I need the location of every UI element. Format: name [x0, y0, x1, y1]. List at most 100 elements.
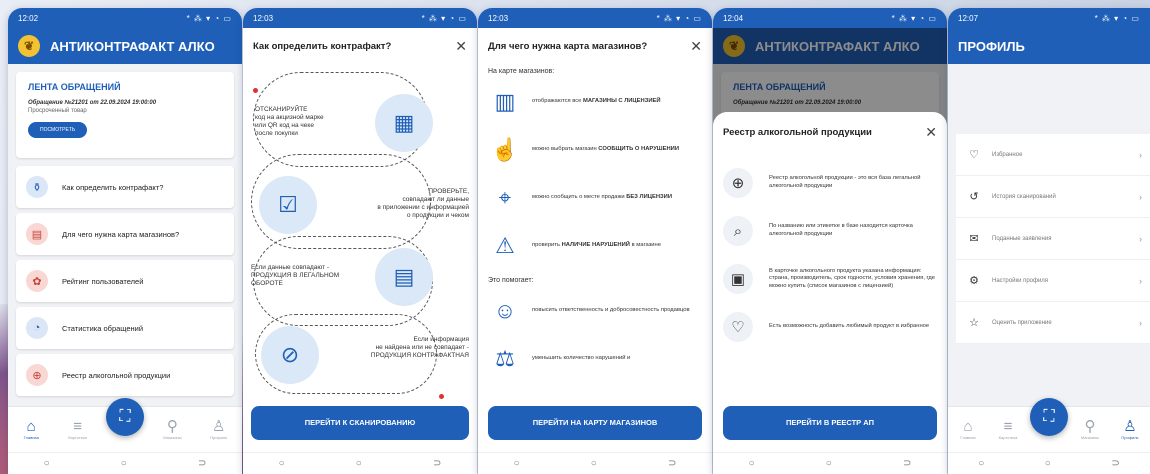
start-dot: [253, 88, 258, 93]
menu-item-rating[interactable]: ✿ Рейтинг пользователей: [16, 260, 234, 302]
tab-profile[interactable]: ♙ Профиль: [201, 418, 237, 441]
feed-title: ЛЕНТА ОБРАЩЕНИЙ: [28, 82, 121, 92]
section-title: На карте магазинов:: [488, 68, 555, 75]
status-time: 12:03: [253, 13, 274, 23]
app-bar: ПРОФИЛЬ: [948, 28, 1150, 64]
layers-icon: ≡: [1003, 418, 1013, 435]
map-pin-icon: ⚲: [166, 418, 178, 435]
nav-home[interactable]: ○: [356, 458, 362, 469]
info-row: ▣ В карточке алкогольного продукта указа…: [723, 264, 937, 294]
tab-bar: ⌂ Главная ≡ Картотека ⛶ ⚲ Магазины ♙ Профиль: [948, 397, 1150, 452]
steps-diagram: ▦ ОТСКАНИРУЙТЕ код на акцизной марке или…: [243, 64, 477, 404]
go-to-scan-button[interactable]: ПЕРЕЙТИ К СКАНИРОВАНИЮ: [251, 406, 469, 440]
nav-back[interactable]: ⊃: [433, 458, 441, 469]
info-row: ☺ повысить ответственность и добросовест…: [488, 294, 702, 328]
system-nav: ○ ○ ⊃: [8, 452, 242, 474]
modal-header: Как определить контрафакт? ✕: [243, 28, 477, 64]
status-icons: * ⁂ ▾ ◔ ▭: [186, 13, 232, 23]
chevron-right-icon: ›: [1139, 149, 1142, 160]
info-row: ⌕ По названию или этикетке в базе находи…: [723, 216, 937, 246]
menu-item-registry[interactable]: ⊕ Реестр алкогольной продукции: [16, 354, 234, 396]
emblem-icon: ❦: [18, 35, 40, 57]
chevron-right-icon: ›: [1139, 275, 1142, 286]
tab-home[interactable]: ⌂ Главная: [950, 419, 986, 441]
history-icon: ↺: [969, 191, 979, 203]
profile-item-favorites[interactable]: ♡ Избранное ›: [956, 134, 1150, 176]
info-row: ⚠ проверить НАЛИЧИЕ НАРУШЕНИЙ в магазине: [488, 229, 702, 263]
tab-catalog[interactable]: ≡ Картотека: [60, 418, 96, 441]
nav-recent[interactable]: ○: [978, 458, 984, 469]
phone-home: 12:02 * ⁂ ▾ ◔ ▭ ❦ АНТИКОНТРАФАКТ АЛКО ЛЕ…: [8, 8, 242, 474]
nav-home[interactable]: ○: [826, 458, 832, 469]
nav-recent[interactable]: ○: [44, 458, 50, 469]
modal-title: Для чего нужна карта магазинов?: [488, 40, 648, 52]
store-tap-icon: ☝: [491, 137, 519, 162]
no-bottle-icon: ⊘: [261, 326, 319, 384]
status-icons: * ⁂ ▾ ◔ ▭: [656, 13, 702, 23]
status-time: 12:03: [488, 13, 509, 23]
favorite-bottle-icon: ♡: [723, 312, 753, 342]
close-icon[interactable]: ✕: [690, 38, 702, 55]
menu-item-label: Рейтинг пользователей: [62, 276, 144, 286]
status-bar: 12:04 * ⁂ ▾ ◔ ▭: [713, 8, 947, 28]
profile-item-scan-history[interactable]: ↺ История сканирований ›: [956, 176, 1150, 218]
nav-recent[interactable]: ○: [279, 458, 285, 469]
section-title: Это помогает:: [488, 277, 534, 284]
menu-item-statistics[interactable]: ◔ Статистика обращений: [16, 307, 234, 349]
step-text: ОТСКАНИРУЙТЕ код на акцизной марке или Q…: [255, 106, 324, 138]
profile-item-settings[interactable]: ⚙ Настройки профиля ›: [956, 260, 1150, 302]
user-icon: ♙: [212, 418, 226, 435]
go-to-registry-button[interactable]: ПЕРЕЙТИ В РЕЕСТР АП: [723, 406, 937, 440]
end-dot: [439, 394, 444, 399]
nav-home[interactable]: ○: [121, 458, 127, 469]
modal-header: Для чего нужна карта магазинов? ✕: [478, 28, 712, 64]
close-icon[interactable]: ✕: [925, 124, 937, 141]
globe-icon: ⊕: [723, 168, 753, 198]
tab-stores[interactable]: ⚲ Магазины: [154, 418, 190, 441]
menu-item-counterfeit[interactable]: ⚱ Как определить контрафакт?: [16, 166, 234, 208]
sheet-header: Реестр алкогольной продукции ✕: [713, 112, 947, 152]
scan-button[interactable]: ⛶: [1030, 397, 1068, 436]
tab-home[interactable]: ⌂ Главная: [13, 419, 49, 441]
nav-back[interactable]: ⊃: [903, 458, 911, 469]
nav-recent[interactable]: ○: [514, 458, 520, 469]
nav-back[interactable]: ⊃: [1111, 458, 1119, 469]
profile-menu: ♡ Избранное › ↺ История сканирований › ✉…: [956, 134, 1150, 344]
info-body: На карте магазинов: ▥ отображаются все М…: [478, 68, 712, 376]
feed-meta: Обращение №21201 от 22.09.2024 19:00:00: [28, 100, 157, 106]
status-time: 12:04: [723, 13, 744, 23]
status-bar: 12:03 * ⁂ ▾ ◔ ▭: [478, 8, 712, 28]
menu-item-label: Для чего нужна карта магазинов?: [62, 229, 180, 239]
nav-back[interactable]: ⊃: [668, 458, 676, 469]
tab-catalog[interactable]: ≡ Картотека: [990, 418, 1026, 441]
menu-item-store-map[interactable]: ▤ Для чего нужна карта магазинов?: [16, 213, 234, 255]
layers-icon: ≡: [73, 418, 82, 435]
tab-stores[interactable]: ⚲ Магазины: [1072, 418, 1108, 441]
info-row: ⌖ можно сообщить о месте продажи БЕЗ ЛИЦ…: [488, 181, 702, 215]
product-card-icon: ▣: [723, 264, 753, 294]
menu-item-label: Реестр алкогольной продукции: [62, 370, 171, 380]
system-nav: ○ ○ ⊃: [478, 452, 712, 474]
nav-home[interactable]: ○: [591, 458, 597, 469]
wreath-icon: ✿: [26, 270, 48, 292]
nav-recent[interactable]: ○: [749, 458, 755, 469]
phone-registry-sheet: 12:04 * ⁂ ▾ ◔ ▭ ❦ АНТИКОНТРАФАКТ АЛКО ЛЕ…: [713, 8, 947, 474]
go-to-map-button[interactable]: ПЕРЕЙТИ НА КАРТУ МАГАЗИНОВ: [488, 406, 702, 440]
nav-back[interactable]: ⊃: [198, 458, 206, 469]
system-nav: ○ ○ ⊃: [948, 452, 1150, 474]
map-pin-icon: ⚲: [1084, 418, 1096, 435]
close-icon[interactable]: ✕: [455, 38, 467, 55]
view-button[interactable]: ПОСМОТРЕТЬ: [28, 122, 88, 138]
profile-item-rate-app[interactable]: ☆ Оценить приложение ›: [956, 302, 1150, 344]
profile-item-applications[interactable]: ✉ Поданные заявления ›: [956, 218, 1150, 260]
system-nav: ○ ○ ⊃: [243, 452, 477, 474]
scan-button[interactable]: ⛶: [105, 397, 144, 436]
bottom-sheet: Реестр алкогольной продукции ✕ ⊕ Реестр …: [713, 112, 947, 474]
app-bar: ❦ АНТИКОНТРАФАКТ АЛКО: [8, 28, 242, 64]
scan-icon: ⛶: [119, 407, 131, 425]
page-title: ПРОФИЛЬ: [958, 38, 1025, 54]
tab-profile[interactable]: ♙ Профиль: [1112, 419, 1148, 441]
menu-item-label: Статистика обращений: [62, 323, 144, 333]
phone-counterfeit: 12:03 * ⁂ ▾ ◔ ▭ Как определить контрафак…: [243, 8, 477, 474]
nav-home[interactable]: ○: [1045, 458, 1051, 469]
